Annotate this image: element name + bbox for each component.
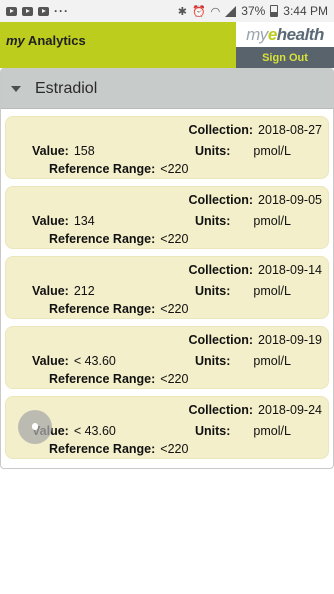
result-value: < 43.60 — [73, 424, 116, 438]
reference-range-label: Reference Range: — [49, 232, 156, 246]
collection-label: Collection: — [188, 333, 254, 347]
units-label: Units: — [195, 424, 231, 438]
results-panel-header[interactable]: Estradiol — [1, 69, 333, 109]
collection-label: Collection: — [188, 403, 254, 417]
floating-assistive-button[interactable] — [18, 410, 52, 444]
result-card: Collection: 2018-08-27 Value: 158 Units: pm… — [5, 116, 329, 179]
collection-date: 2018-08-27 — [258, 123, 322, 137]
clock: 3:44 PM — [283, 4, 328, 18]
youtube-notification-icon — [6, 6, 17, 16]
brand-panel: my e health Sign Out — [236, 22, 334, 68]
value-label: Value: — [32, 284, 69, 298]
bluetooth-icon: ✱ — [177, 5, 187, 18]
result-units: pmol/L — [253, 144, 291, 158]
page-title: my Analytics — [6, 33, 86, 48]
status-bar: ··· ✱ ⏰ ◠ 37% 3:44 PM — [0, 0, 334, 22]
result-card: Collection: 2018-09-14 Value: 212 Units: pm… — [5, 256, 329, 319]
myehealth-logo: my e health — [236, 22, 334, 47]
reference-range-label: Reference Range: — [49, 302, 156, 316]
units-label: Units: — [195, 214, 231, 228]
sign-out-button[interactable]: Sign Out — [236, 47, 334, 68]
collection-date: 2018-09-05 — [258, 193, 322, 207]
result-units: pmol/L — [253, 354, 291, 368]
collection-date: 2018-09-24 — [258, 403, 322, 417]
reference-range-label: Reference Range: — [49, 442, 156, 456]
value-label: Value: — [32, 354, 69, 368]
more-notifications-icon: ··· — [54, 4, 69, 18]
app-header: my Analytics my e health Sign Out — [0, 22, 334, 68]
collection-label: Collection: — [188, 123, 254, 137]
reference-range-value: <220 — [160, 442, 189, 456]
youtube-notification-icon — [38, 6, 49, 16]
result-value: 158 — [73, 144, 95, 158]
status-bar-system: ✱ ⏰ ◠ 37% 3:44 PM — [178, 4, 328, 18]
results-panel: Estradiol Collection: 2018-08-27 Value: 15… — [0, 68, 334, 469]
reference-range-value: <220 — [160, 162, 189, 176]
reference-range-value: <220 — [160, 372, 189, 386]
youtube-notification-icon — [22, 6, 33, 16]
collection-date: 2018-09-14 — [258, 263, 322, 277]
reference-range-label: Reference Range: — [49, 372, 156, 386]
result-card: Collection: 2018-09-19 Value: < 43.60 Unit… — [5, 326, 329, 389]
reference-range-label: Reference Range: — [49, 162, 156, 176]
results-list: Collection: 2018-08-27 Value: 158 Units: pm… — [1, 109, 333, 459]
caret-down-icon[interactable] — [11, 85, 21, 92]
result-card: Collection: 2018-09-05 Value: 134 Units: pm… — [5, 186, 329, 249]
result-value: 212 — [73, 284, 95, 298]
result-units: pmol/L — [253, 424, 291, 438]
result-value: 134 — [73, 214, 95, 228]
result-units: pmol/L — [253, 284, 291, 298]
signal-icon — [225, 5, 237, 17]
assistive-touch-icon — [32, 424, 38, 430]
units-label: Units: — [195, 144, 231, 158]
status-bar-notifications: ··· — [6, 4, 69, 18]
alarm-icon: ⏰ — [191, 5, 206, 18]
result-value: < 43.60 — [73, 354, 116, 368]
reference-range-value: <220 — [160, 232, 189, 246]
page-title-main: Analytics — [24, 33, 86, 48]
test-name: Estradiol — [35, 79, 98, 97]
reference-range-value: <220 — [160, 302, 189, 316]
collection-date: 2018-09-19 — [258, 333, 322, 347]
result-units: pmol/L — [253, 214, 291, 228]
value-label: Value: — [32, 214, 69, 228]
collection-label: Collection: — [188, 263, 254, 277]
wifi-icon: ◠ — [210, 5, 221, 18]
units-label: Units: — [195, 284, 231, 298]
page-title-prefix: my — [6, 33, 25, 48]
battery-icon — [270, 5, 279, 17]
result-card: Collection:2018-09-24 Value:< 43.60 Unit… — [5, 396, 329, 459]
collection-label: Collection: — [188, 193, 254, 207]
units-label: Units: — [195, 354, 231, 368]
battery-percent: 37% — [241, 4, 266, 18]
value-label: Value: — [32, 144, 69, 158]
